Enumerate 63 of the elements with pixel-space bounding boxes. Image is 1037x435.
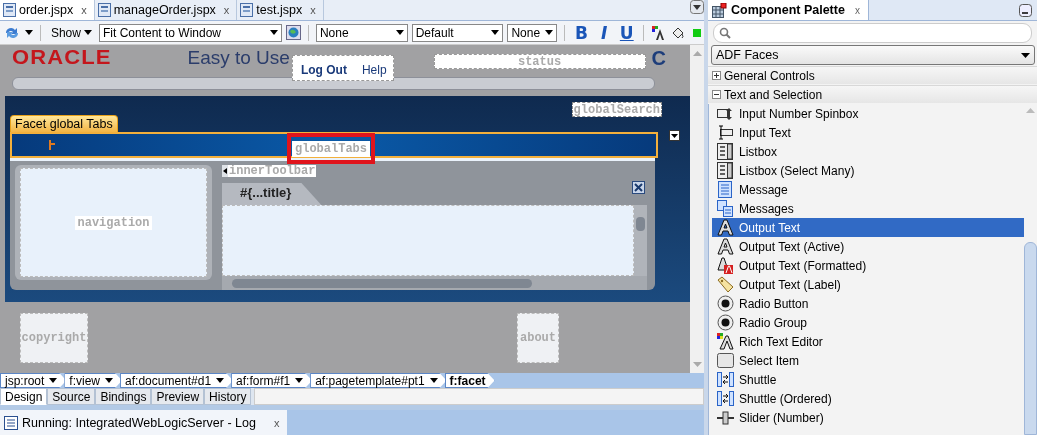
facet-label: copyright	[21, 331, 87, 345]
breadcrumb[interactable]: jsp:root	[0, 373, 67, 388]
cut-title: C	[651, 47, 666, 70]
palette-item[interactable]: Output Text (Formatted)	[712, 256, 1024, 275]
link[interactable]: Help	[361, 63, 387, 77]
bold-button[interactable]: B	[572, 22, 591, 43]
app-title: Easy to Use	[187, 47, 290, 69]
dropdown[interactable]: None	[315, 23, 408, 42]
palette-item[interactable]: Message	[712, 180, 1024, 199]
facet-label: status	[517, 54, 562, 69]
palette-item[interactable]: Messages	[712, 199, 1024, 218]
link[interactable]: Log Out	[300, 63, 347, 77]
facet-label: globalSearch	[571, 102, 662, 117]
editor-tab[interactable]: test.jspx x	[237, 0, 324, 20]
show-menu[interactable]: Show	[47, 23, 95, 42]
facet-label: globalTabs	[292, 141, 370, 157]
palette-item[interactable]: Listbox (Select Many)	[712, 161, 1024, 180]
dropdown[interactable]: None	[507, 23, 558, 42]
palette-item[interactable]: Input Text	[712, 123, 1024, 142]
breadcrumb[interactable]: f:view	[64, 373, 123, 388]
view-tab[interactable]: Bindings	[95, 388, 152, 405]
facet-label: about	[520, 331, 556, 345]
palette-item[interactable]: Output Text (Label)	[712, 275, 1024, 294]
close-icon[interactable]: x	[223, 4, 230, 16]
breadcrumb[interactable]: af:pagetemplate#pt1	[310, 373, 447, 388]
palette-tab[interactable]: Component Palette x	[708, 0, 869, 20]
underline-button[interactable]: U	[617, 22, 637, 43]
palette-item[interactable]: Slider (Number)	[712, 408, 1024, 427]
palette-item[interactable]: Shuttle (Ordered)	[712, 389, 1024, 408]
log-tab[interactable]: Running: IntegratedWebLogicServer - Log x	[0, 410, 288, 435]
breadcrumb[interactable]: f:facet	[444, 373, 495, 388]
view-tab[interactable]: Design	[0, 388, 48, 405]
close-icon[interactable]: x	[81, 4, 87, 16]
breadcrumb[interactable]: af:form#f1	[231, 373, 313, 388]
palette-item[interactable]: Output Text (Active)	[712, 237, 1024, 256]
logo: ORACLE	[12, 46, 112, 69]
close-icon[interactable]: x	[854, 4, 860, 16]
breadcrumb[interactable]: af:document#d1	[120, 373, 234, 388]
view-tab[interactable]: History	[204, 388, 252, 405]
library-dropdown[interactable]: ADF Faces	[711, 45, 1035, 65]
dropdown[interactable]: Default	[411, 23, 504, 42]
palette-item[interactable]: Shuttle	[712, 370, 1024, 389]
palette-item[interactable]: Output Text	[712, 218, 1024, 237]
facet-label: navigation	[75, 215, 152, 230]
palette-item[interactable]: Radio Button	[712, 294, 1024, 313]
palette-item[interactable]: Select Item	[712, 351, 1024, 370]
view-tab[interactable]: Source	[47, 388, 96, 405]
group-header[interactable]: Text and Selection	[708, 85, 1037, 103]
close-icon[interactable]: x	[310, 4, 316, 16]
palette-item[interactable]: Rich Text Editor	[712, 332, 1024, 351]
group-header[interactable]: General Controls	[708, 66, 1037, 84]
close-icon[interactable]: x	[273, 416, 280, 429]
facet-label: innerToolbar	[228, 165, 317, 177]
facet-tab[interactable]: Facet global Tabs	[10, 115, 118, 132]
palette-item[interactable]: Input Number Spinbox	[712, 104, 1024, 123]
italic-button[interactable]: I	[594, 22, 614, 43]
palette-item[interactable]: Radio Group	[712, 313, 1024, 332]
editor-tab[interactable]: order.jspx x	[0, 0, 95, 20]
dropdown[interactable]: Fit Content to Window	[98, 23, 282, 42]
palette-item[interactable]: Listbox	[712, 142, 1024, 161]
view-tab[interactable]: Preview	[151, 388, 205, 405]
editor-tab[interactable]: manageOrder.jspx x	[94, 0, 238, 20]
panel-title: #{...title}	[222, 183, 322, 205]
